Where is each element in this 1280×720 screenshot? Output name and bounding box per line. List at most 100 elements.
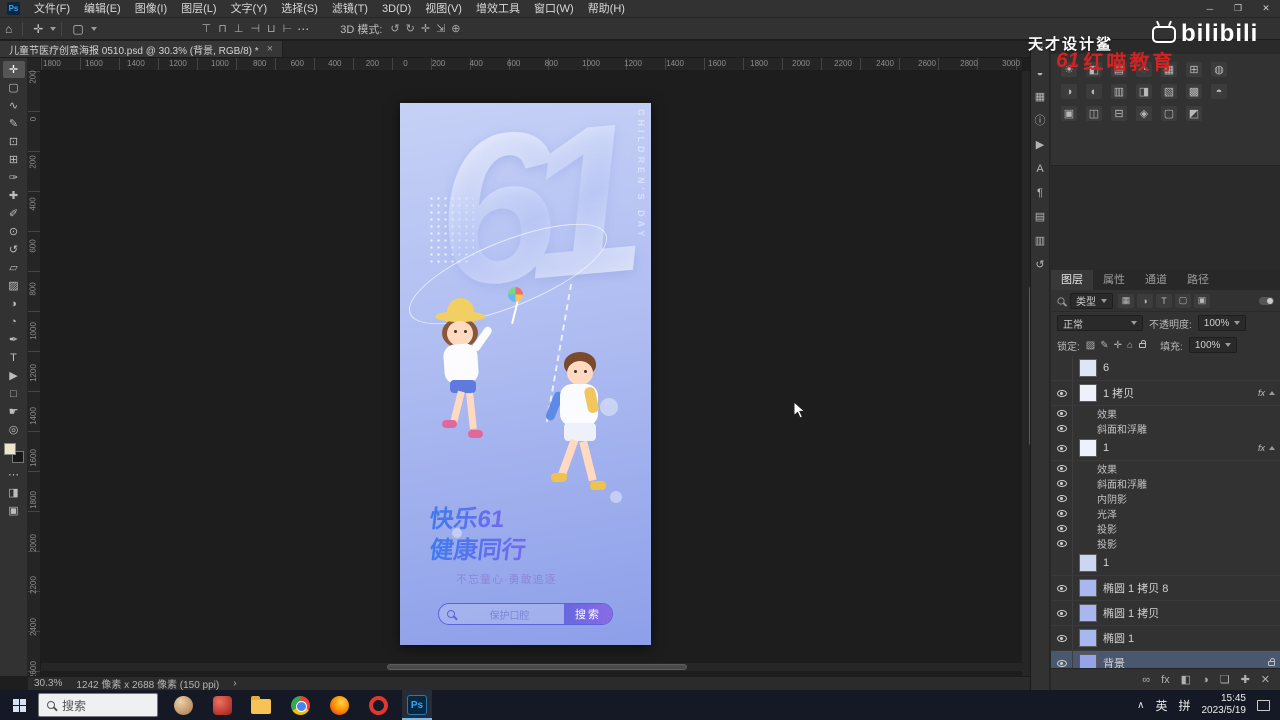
app-icon-1[interactable] (168, 690, 198, 720)
panel-tab[interactable]: 路径 (1177, 270, 1219, 290)
visibility-cell[interactable] (1051, 521, 1073, 536)
adjustment-icon[interactable]: ◔ (1136, 62, 1152, 77)
quick-selection-tool[interactable]: ✎ (3, 115, 25, 132)
layer-row[interactable]: 6 fx (1051, 356, 1280, 381)
adjustment-icon[interactable]: ▦ (1161, 62, 1177, 77)
layer-thumbnail[interactable] (1079, 654, 1097, 668)
panel-tab[interactable]: 通道 (1135, 270, 1177, 290)
adjustment-icon[interactable]: ▢ (1161, 106, 1177, 121)
color-panel-icon[interactable]: ◒ (1037, 68, 1044, 79)
current-tool-icon[interactable]: ✛ (28, 22, 48, 36)
foreground-color-swatch[interactable] (3, 443, 16, 455)
adjustment-icon[interactable]: ◨ (1136, 84, 1152, 99)
filter-icon[interactable]: ▣ (1194, 293, 1210, 308)
visibility-cell[interactable] (1051, 626, 1073, 650)
new-layer-icon[interactable]: ✚ (1241, 673, 1250, 686)
adjustment-layer-icon[interactable]: ◑ (1202, 674, 1209, 686)
3d-mode-icon[interactable]: ⊕ (451, 22, 460, 35)
adjustment-icon[interactable]: ◩ (1186, 106, 1202, 121)
swatches-panel-icon[interactable]: ▦ (1035, 92, 1045, 103)
menu-item[interactable]: 滤镜(T) (325, 0, 375, 18)
layer-row[interactable]: 背景 fx (1051, 651, 1280, 668)
tray-expand-icon[interactable]: ∧ (1137, 700, 1144, 711)
lock-all-icon[interactable] (1139, 339, 1147, 348)
visibility-cell[interactable] (1051, 406, 1073, 421)
menu-item[interactable]: 帮助(H) (581, 0, 632, 18)
actions-panel-icon[interactable]: ▶ (1036, 140, 1044, 151)
layer-row[interactable]: 椭圆 1 拷贝 fx (1051, 601, 1280, 626)
fill-value[interactable]: 100% (1188, 337, 1238, 353)
lock-option-icon[interactable]: ✎ (1100, 340, 1108, 351)
tool-dropdown-caret[interactable] (50, 26, 57, 31)
pen-tool[interactable]: ✒ (3, 331, 25, 348)
visibility-cell[interactable] (1051, 551, 1073, 575)
layer-row[interactable]: 1 fx (1051, 551, 1280, 576)
layer-row[interactable]: 投影 fx (1051, 521, 1280, 536)
layer-fx-badge[interactable]: fx (1258, 443, 1275, 453)
adjustment-icon[interactable]: ☀ (1061, 62, 1077, 77)
character-panel-icon[interactable]: A (1036, 164, 1043, 175)
taskbar-clock[interactable]: 15:45 2023/5/19 (1202, 693, 1247, 718)
eraser-tool[interactable]: ▱ (3, 259, 25, 276)
healing-brush-tool[interactable]: ✚ (3, 187, 25, 204)
3d-mode-icon[interactable]: ✛ (421, 22, 430, 35)
visibility-cell[interactable] (1051, 461, 1073, 476)
dodge-tool[interactable]: ◔ (3, 313, 25, 330)
menu-item[interactable]: 3D(D) (375, 0, 418, 18)
type-tool[interactable]: T (3, 349, 25, 366)
input-language-indicator[interactable]: 英 (1155, 697, 1167, 714)
collapse-panels-icon[interactable]: « (1037, 44, 1043, 55)
layer-thumbnail[interactable] (1079, 439, 1097, 457)
menu-item[interactable]: 选择(S) (274, 0, 325, 18)
taskbar-search-box[interactable]: 搜索 (38, 693, 158, 717)
adjustment-icon[interactable]: ◓ (1211, 84, 1227, 99)
layer-row[interactable]: 效果 fx (1051, 461, 1280, 476)
app-icon-2[interactable] (207, 690, 237, 720)
3d-mode-icon[interactable]: ↺ (390, 22, 399, 35)
adjustment-icon[interactable]: ◍ (1211, 62, 1227, 77)
panel-tab[interactable]: 属性 (1093, 270, 1135, 290)
menu-item[interactable]: 图像(I) (128, 0, 174, 18)
layer-row[interactable]: 椭圆 1 拷贝 8 fx (1051, 576, 1280, 601)
menu-item[interactable]: 窗口(W) (527, 0, 581, 18)
align-icon[interactable]: ⊔ (267, 22, 276, 35)
adjustment-icon[interactable]: ▤ (1111, 62, 1127, 77)
color-swatches[interactable] (3, 443, 24, 463)
adjustment-icon[interactable]: ⊟ (1111, 106, 1127, 121)
filter-icon[interactable]: ▢ (1175, 293, 1191, 308)
tab-close-icon[interactable]: × (267, 43, 273, 55)
notification-center-icon[interactable] (1257, 699, 1270, 711)
blur-tool[interactable]: ◑ (3, 295, 25, 312)
adjustment-icon[interactable]: ◫ (1086, 106, 1102, 121)
align-icon[interactable]: ⊤ (202, 22, 212, 35)
edit-toolbar-icon[interactable]: ⋯ (3, 466, 25, 483)
horizontal-scrollbar[interactable] (41, 663, 1022, 671)
zoom-tool[interactable]: ◎ (3, 421, 25, 438)
panel-tab[interactable]: 图层 (1051, 270, 1093, 290)
chrome-icon[interactable] (285, 690, 315, 720)
delete-layer-icon[interactable]: ✕ (1261, 673, 1270, 686)
layer-row[interactable]: 投影 fx (1051, 536, 1280, 551)
filter-type-select[interactable]: 类型 (1070, 292, 1113, 309)
visibility-cell[interactable] (1051, 601, 1073, 625)
adjustment-icon[interactable]: ▣ (1061, 106, 1077, 121)
visibility-cell[interactable] (1051, 536, 1073, 551)
minimize-button[interactable]: ─ (1196, 0, 1224, 18)
zoom-level[interactable]: 30.3% (34, 678, 62, 689)
adjustment-icon[interactable]: ▩ (1186, 84, 1202, 99)
close-button[interactable]: ✕ (1252, 0, 1280, 18)
adjustment-icon[interactable]: ▥ (1111, 84, 1127, 99)
firefox-icon[interactable] (324, 690, 354, 720)
opacity-value[interactable]: 100% (1197, 315, 1247, 331)
menu-item[interactable]: 视图(V) (418, 0, 469, 18)
document-tab[interactable]: 儿童节医疗创意海报 0510.psd @ 30.3% (背景, RGB/8) *… (0, 41, 284, 57)
layer-row[interactable]: 内阴影 fx (1051, 491, 1280, 506)
adjustment-icon[interactable]: ◈ (1136, 106, 1152, 121)
marquee-tool[interactable]: ▢ (3, 79, 25, 96)
filter-icon[interactable]: ▦ (1118, 293, 1134, 308)
layer-row[interactable]: 斜面和浮雕 fx (1051, 476, 1280, 491)
quick-mask-icon[interactable]: ◨ (3, 484, 25, 501)
visibility-cell[interactable] (1051, 506, 1073, 521)
photoshop-icon[interactable]: Ps (402, 690, 432, 720)
layer-row[interactable]: 光泽 fx (1051, 506, 1280, 521)
